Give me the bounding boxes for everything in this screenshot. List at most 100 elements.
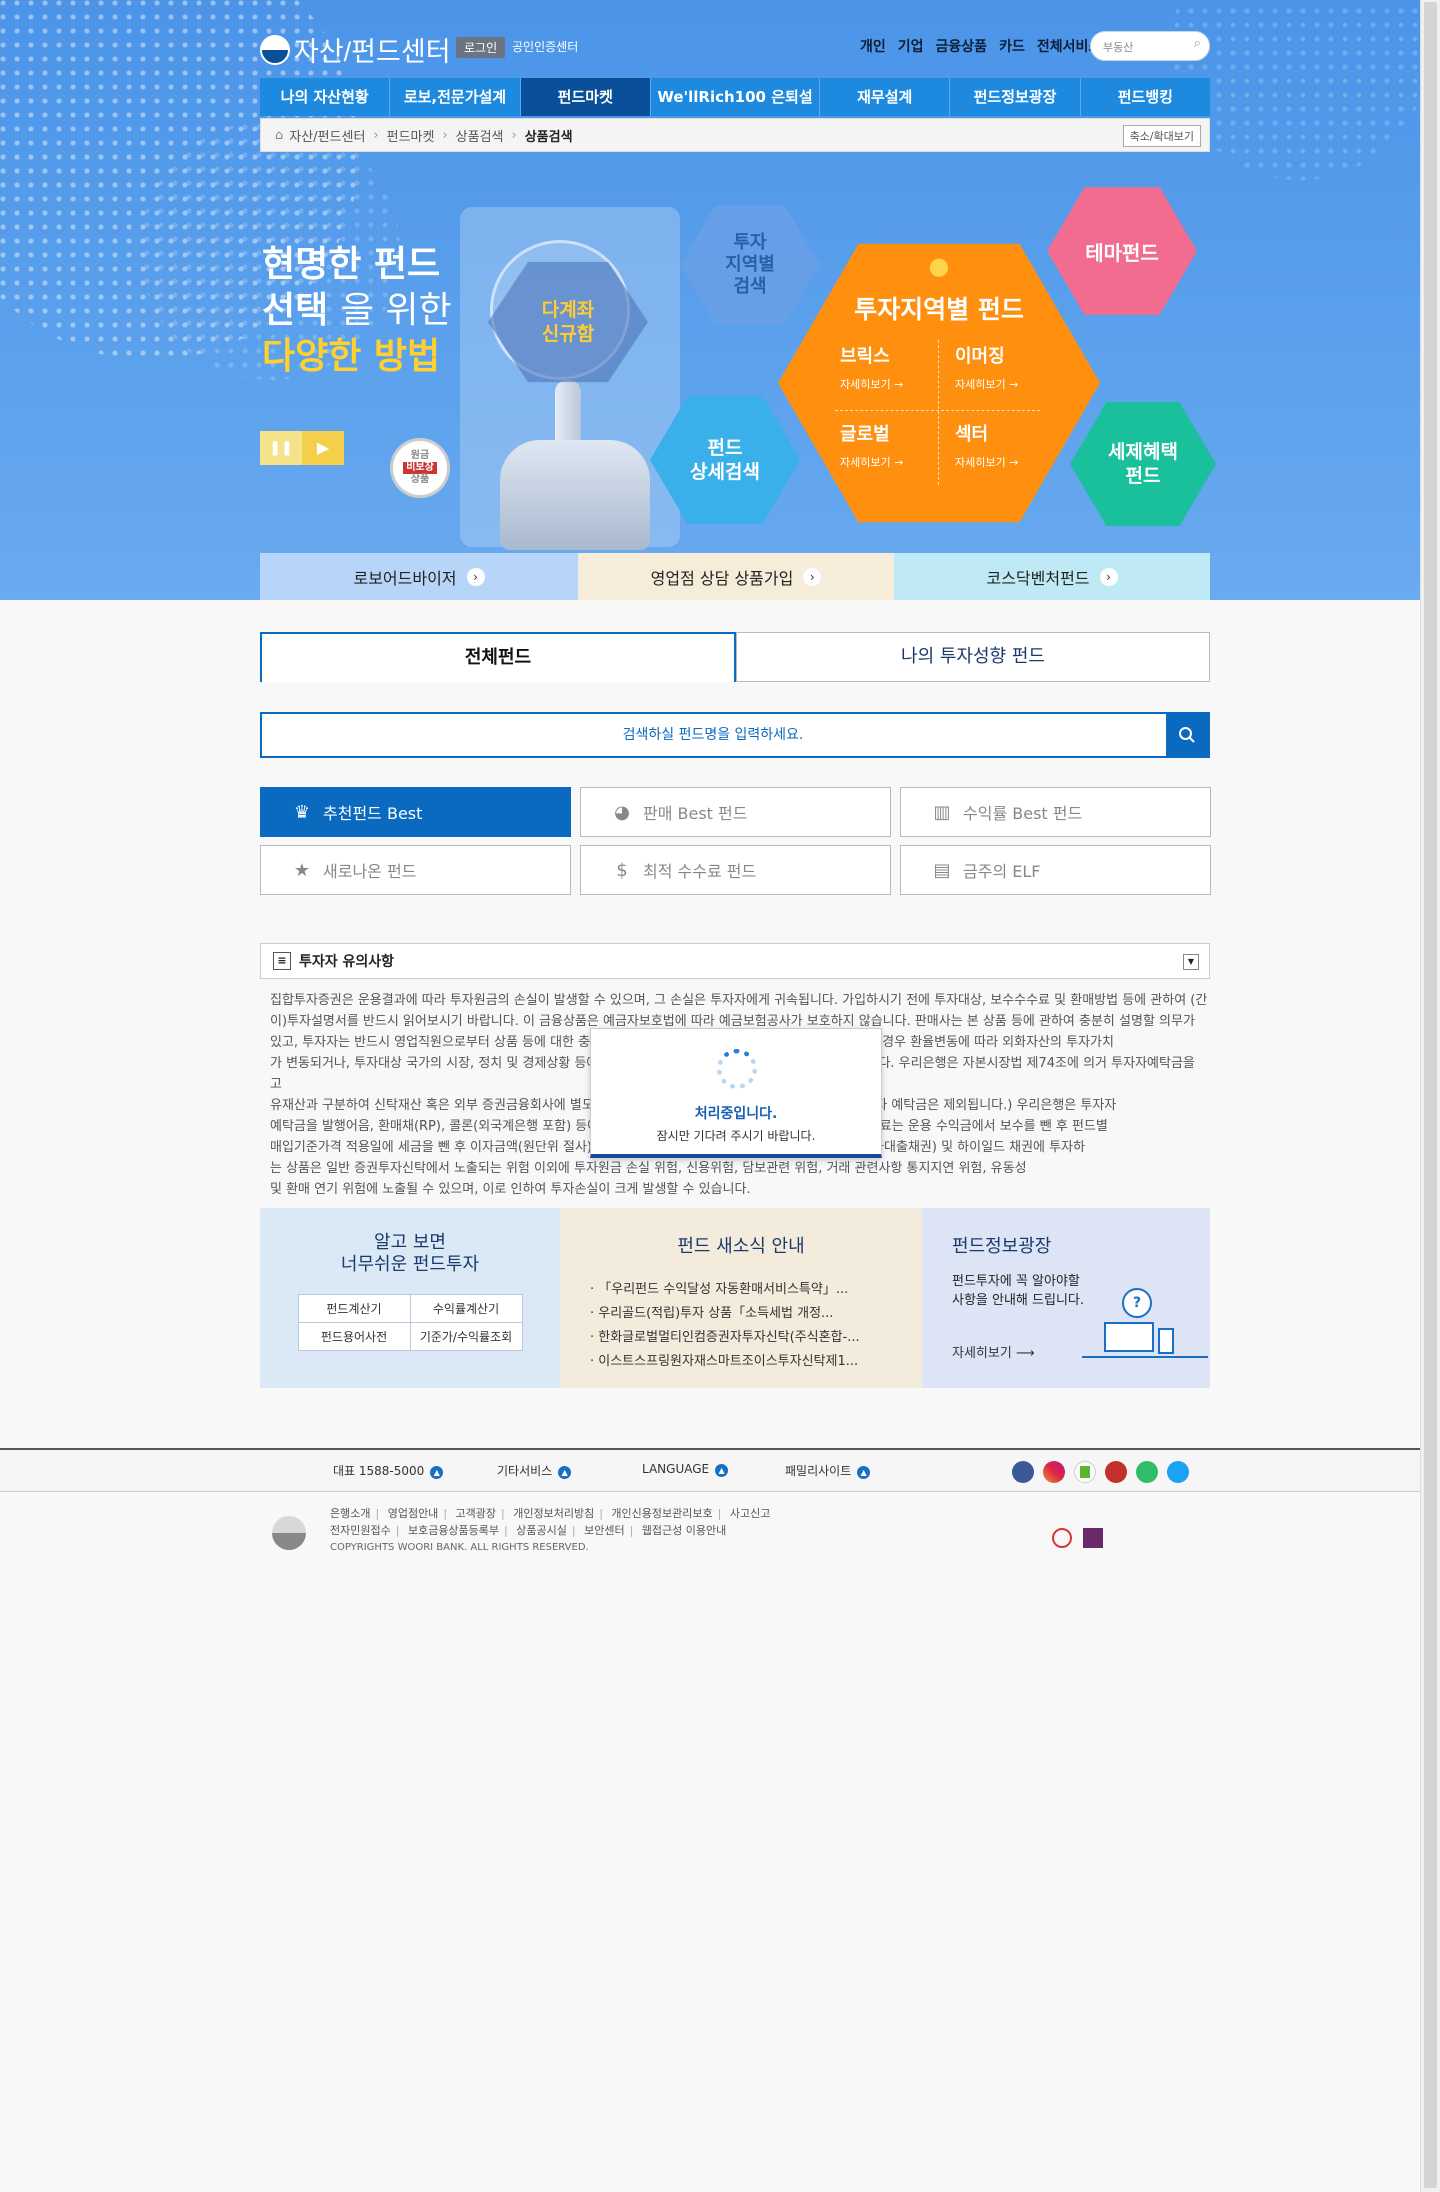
footer-link[interactable]: 개인신용정보관리보호 [611,1507,712,1520]
emerging-more[interactable]: 자세히보기 → [955,376,1018,392]
region-emerging[interactable]: 이머징 자세히보기 → [955,342,1018,392]
chevron-down-icon[interactable]: ▼ [1183,954,1199,970]
breadcrumb-item[interactable]: 자산/펀드센터 [289,126,365,145]
play-button[interactable]: ▶ [302,431,344,465]
fund-glossary-link[interactable]: 펀드용어사전 [297,1322,411,1351]
footer-other-services[interactable]: 기타서비스 ▲ [497,1462,572,1479]
gnb-fund-market[interactable]: 펀드마켓 [520,78,651,116]
crown-icon: ♛ [293,801,311,823]
cat-recommended-best[interactable]: ♛ 추천펀드 Best [260,787,571,837]
cat-return-best[interactable]: ▥ 수익률 Best 펀드 [900,787,1211,837]
badge-line-1: 원금 [410,450,430,461]
breadcrumb-item[interactable]: 펀드마켓 [387,126,435,145]
play-icon[interactable] [1136,1461,1158,1483]
hero-headline-1: 현명한 펀드 [262,244,441,285]
gnb-my-assets[interactable]: 나의 자산현황 [260,78,391,116]
news-item[interactable]: 한화글로벌멀티인컴증권자투자신탁(주식혼합-... [590,1326,922,1350]
quick-branch-consult[interactable]: 영업점 상담 상품가입 › [578,553,894,600]
notice-line: 및 환매 연기 위험에 노출될 수 있으며, 이로 인하여 투자손실이 크게 발… [270,1182,751,1197]
search-icon [1179,727,1195,743]
global-more[interactable]: 자세히보기 → [840,454,903,470]
brics-more[interactable]: 자세히보기 → [840,376,903,392]
twitter-icon[interactable] [1167,1461,1189,1483]
footer-link[interactable]: 상품공시실 [516,1524,567,1537]
non-protect-badge: 원금 비보장 상품 [390,438,450,498]
notice-header[interactable]: ≡ 투자자 유의사항 ▼ [260,943,1210,979]
search-icon[interactable]: ⌕ [1194,36,1201,51]
info-title: 펀드정보광장 [952,1236,1052,1257]
instagram-icon[interactable] [1043,1461,1065,1483]
footer-link[interactable]: 고객광장 [456,1507,496,1520]
home-icon[interactable]: ⌂ [275,128,283,143]
bar-chart-icon: ▥ [933,801,951,823]
logo[interactable]: 자산/펀드센터 [260,30,451,69]
topnav-business[interactable]: 기업 [898,39,924,55]
footer-link[interactable]: 보안센터 [584,1524,624,1537]
gnb-wellrich[interactable]: We'llRich100 은퇴설계 [651,78,821,144]
brics-label: 브릭스 [840,346,890,367]
easy-title-1: 알고 보면 [374,1232,446,1253]
facebook-icon[interactable] [1012,1461,1034,1483]
quick-kosdaq-venture[interactable]: 코스닥벤처펀드 › [894,553,1210,600]
topnav-products[interactable]: 금융상품 [936,39,988,55]
zoom-button[interactable]: 축소/확대보기 [1122,125,1201,147]
footer-link[interactable]: 사고신고 [730,1507,770,1520]
cat-new-funds[interactable]: ★ 새로나온 펀드 [260,845,571,895]
spinner-icon [717,1049,757,1089]
footer-link[interactable]: 보호금융상품등록부 [408,1524,499,1537]
fund-calculator-link[interactable]: 펀드계산기 [297,1294,411,1323]
nav-return-lookup-link[interactable]: 기준가/수익률조회 [409,1322,523,1351]
fund-search-input[interactable]: 검색하실 펀드명을 입력하세요. [262,714,1164,756]
kakaostory-icon[interactable] [1074,1461,1096,1483]
youtube-icon[interactable] [1105,1461,1127,1483]
footer-logo-icon [272,1516,306,1550]
region-sector[interactable]: 섹터 자세히보기 → [955,420,1018,470]
chevron-right-icon: › [466,567,485,586]
footer-link[interactable]: 개인정보처리방침 [513,1507,594,1520]
quick-robo-advisor[interactable]: 로보어드바이저 › [260,553,578,600]
page-scrollbar[interactable] [1420,0,1440,2192]
fund-search-button[interactable] [1166,714,1208,756]
cat-lowest-fee[interactable]: $ 최적 수수료 펀드 [580,845,891,895]
breadcrumb-item[interactable]: 상품검색 [456,126,504,145]
footer-other-label: 기타서비스 [497,1464,553,1478]
return-calculator-link[interactable]: 수익률계산기 [409,1294,523,1323]
footer-link[interactable]: 영업점안내 [388,1507,439,1520]
region-brics[interactable]: 브릭스 자세히보기 → [840,342,903,392]
news-item[interactable]: 우리골드(적립)투자 상품「소득세법 개정... [590,1302,922,1326]
gnb-fund-banking[interactable]: 펀드뱅킹 [1081,78,1210,116]
topnav-personal[interactable]: 개인 [860,39,886,55]
info-more-label: 자세히보기 [952,1346,1012,1361]
gnb-financial-plan[interactable]: 재무설계 [820,78,951,116]
loading-modal: 처리중입니다. 잠시만 기다려 주시기 바랍니다. [590,1028,882,1158]
footer-family-site[interactable]: 패밀리사이트 ▲ [785,1462,871,1479]
news-item[interactable]: 「우리펀드 수익달성 자동환매서비스특약」... [590,1278,922,1302]
region-global[interactable]: 글로벌 자세히보기 → [840,420,903,470]
cat-label: 판매 Best 펀드 [643,804,748,823]
footer-phone[interactable]: 대표 1588-5000 ▲ [333,1462,444,1479]
login-button[interactable]: 로그인 [456,37,506,58]
sector-more[interactable]: 자세히보기 → [955,454,1018,470]
badge-line-3: 상품 [410,474,430,485]
info-more-link[interactable]: 자세히보기 ⟶ [952,1342,1035,1361]
topnav-card[interactable]: 카드 [999,39,1025,55]
gnb-fund-info[interactable]: 펀드정보광장 [950,78,1081,116]
gnb-robo-expert[interactable]: 로보,전문가설계 [390,78,521,116]
footer-link[interactable]: 전자민원접수 [330,1524,391,1537]
cat-sales-best[interactable]: ◕ 판매 Best 펀드 [580,787,891,837]
footer-link[interactable]: 웹접근성 이용안내 [642,1524,726,1537]
main-nav: 나의 자산현황 로보,전문가설계 펀드마켓 We'llRich100 은퇴설계 … [260,78,1210,144]
news-item[interactable]: 이스트스프링원자재스마트조이스투자신탁제1... [590,1350,922,1374]
document-icon: ≡ [273,952,291,970]
pause-button[interactable]: ❚❚ [260,431,302,465]
top-search-input[interactable]: 부동산 [1103,39,1133,55]
footer-link[interactable]: 은행소개 [330,1507,370,1520]
cat-weekly-elf[interactable]: ▤ 금주의 ELF [900,845,1211,895]
top-search[interactable]: 부동산 ⌕ [1090,31,1210,61]
hex-tax-benefit[interactable]: 세제혜택 펀드 [1070,401,1216,527]
tab-all-funds[interactable]: 전체펀드 [260,632,736,682]
footer-language[interactable]: LANGUAGE ▲ [642,1462,729,1477]
loading-title: 처리중입니다. [694,1106,778,1122]
tab-my-propensity[interactable]: 나의 투자성향 펀드 [736,632,1210,682]
cert-center-link[interactable]: 공인인증센터 [512,38,578,55]
